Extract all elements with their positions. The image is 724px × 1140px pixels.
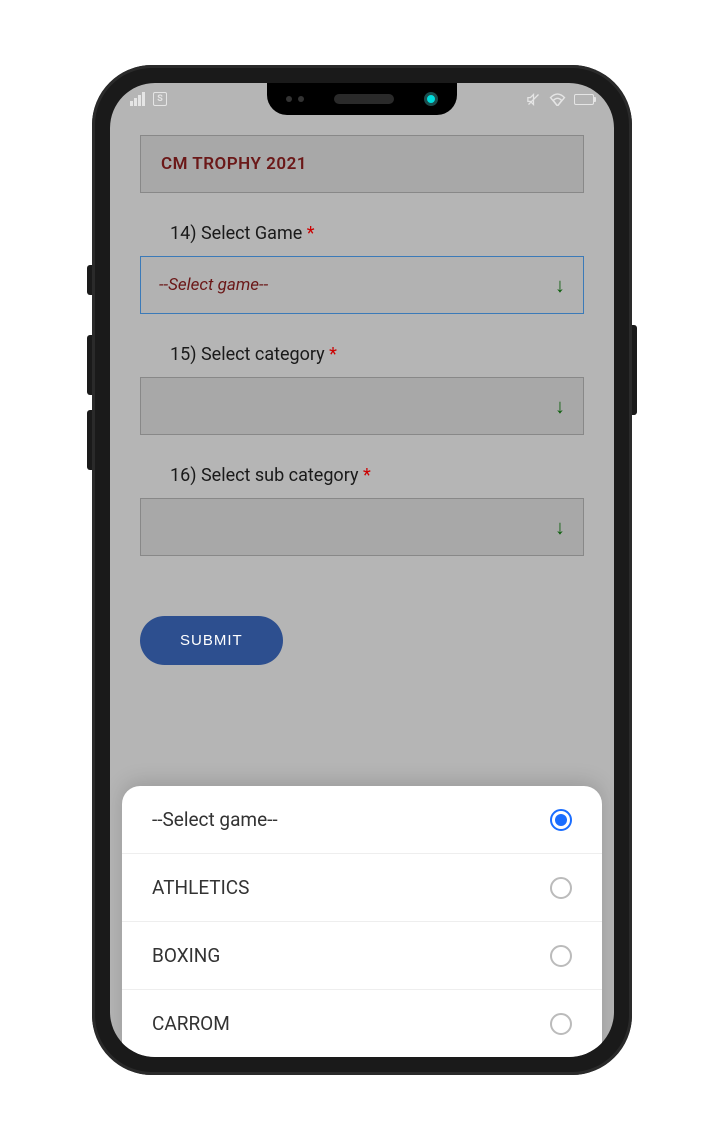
- radio-icon: [550, 1013, 572, 1035]
- app-screen: S CM TROPHY 2021: [110, 83, 614, 1057]
- dropdown-panel: --Select game-- ATHLETICS BOXING CARROM: [122, 786, 602, 1057]
- option-label: ATHLETICS: [152, 876, 249, 899]
- submit-button[interactable]: SUBMIT: [140, 616, 283, 665]
- volume-up-button: [87, 335, 92, 395]
- power-button: [632, 325, 637, 415]
- phone-frame: S CM TROPHY 2021: [92, 65, 632, 1075]
- option-boxing[interactable]: BOXING: [122, 922, 602, 990]
- sim-icon: S: [153, 92, 167, 106]
- notch: [267, 83, 457, 115]
- dropdown-category[interactable]: ↓: [140, 377, 584, 435]
- radio-icon: [550, 809, 572, 831]
- title-box: CM TROPHY 2021: [140, 135, 584, 193]
- form-content: CM TROPHY 2021 14) Select Game * --Selec…: [110, 115, 614, 685]
- option-carrom[interactable]: CARROM: [122, 990, 602, 1057]
- option-select-game[interactable]: --Select game--: [122, 786, 602, 854]
- dropdown-game[interactable]: --Select game-- ↓: [140, 256, 584, 314]
- field-label-subcategory: 16) Select sub category *: [140, 465, 584, 486]
- radio-icon: [550, 877, 572, 899]
- dropdown-subcategory[interactable]: ↓: [140, 498, 584, 556]
- phone-inner: S CM TROPHY 2021: [110, 83, 614, 1057]
- option-athletics[interactable]: ATHLETICS: [122, 854, 602, 922]
- field-label-game: 14) Select Game *: [140, 223, 584, 244]
- speaker-icon: [334, 94, 394, 104]
- volume-down-button: [87, 410, 92, 470]
- chevron-down-icon: ↓: [555, 394, 565, 419]
- field-label-category: 15) Select category *: [140, 344, 584, 365]
- camera-icon: [424, 92, 438, 106]
- radio-icon: [550, 945, 572, 967]
- option-label: BOXING: [152, 944, 220, 967]
- required-mark: *: [307, 223, 315, 244]
- option-label: --Select game--: [152, 808, 278, 831]
- mute-switch: [87, 265, 92, 295]
- chevron-down-icon: ↓: [555, 515, 565, 540]
- mute-icon: [526, 92, 541, 107]
- required-mark: *: [329, 344, 337, 365]
- option-label: CARROM: [152, 1012, 230, 1035]
- required-mark: *: [363, 465, 371, 486]
- battery-icon: [574, 94, 594, 105]
- form-group-game: 14) Select Game * --Select game-- ↓: [140, 223, 584, 314]
- form-group-subcategory: 16) Select sub category * ↓: [140, 465, 584, 556]
- chevron-down-icon: ↓: [555, 273, 565, 298]
- wifi-icon: [549, 92, 566, 106]
- form-group-category: 15) Select category * ↓: [140, 344, 584, 435]
- signal-icon: [130, 92, 145, 106]
- dropdown-game-value: --Select game--: [159, 275, 268, 295]
- page-title: CM TROPHY 2021: [161, 154, 563, 174]
